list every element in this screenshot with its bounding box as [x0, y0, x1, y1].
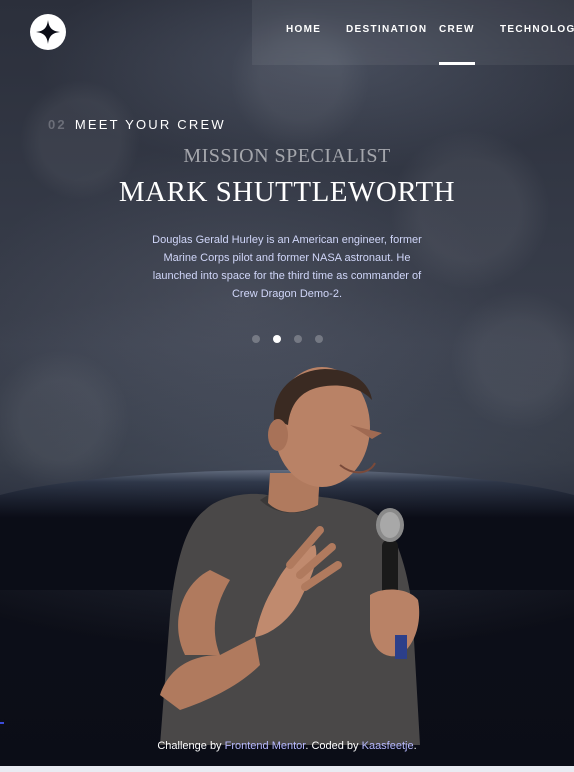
footer-middle: . Coded by — [305, 740, 362, 752]
nav-technology[interactable]: TECHNOLOGY — [500, 0, 574, 65]
edge-marker — [0, 722, 4, 724]
crew-page: HOME DESTINATION CREW TECHNOLOGY 02 MEET … — [0, 0, 574, 766]
frontend-mentor-link[interactable]: Frontend Mentor — [225, 740, 306, 752]
slide-dot-2[interactable] — [273, 335, 281, 343]
slide-dot-4[interactable] — [315, 335, 323, 343]
crew-role: MISSION SPECIALIST — [183, 145, 391, 167]
nav-destination[interactable]: DESTINATION — [346, 0, 427, 65]
slide-dot-1[interactable] — [252, 335, 260, 343]
page-heading-number: 02 — [48, 117, 67, 132]
page-heading-title: MEET YOUR CREW — [74, 117, 226, 132]
attribution-footer: Challenge by Frontend Mentor. Coded by K… — [0, 740, 574, 752]
bottom-strip — [0, 766, 574, 772]
nav-crew[interactable]: CREW — [439, 0, 475, 65]
crew-bio: Douglas Gerald Hurley is an American eng… — [152, 234, 422, 300]
footer-prefix: Challenge by — [157, 740, 225, 752]
footer-suffix: . — [413, 740, 417, 752]
crew-name: MARK SHUTTLEWORTH — [118, 176, 456, 208]
nav-home[interactable]: HOME — [286, 0, 321, 65]
author-link[interactable]: Kaasfeetje — [362, 740, 414, 752]
primary-nav: HOME DESTINATION CREW TECHNOLOGY — [252, 0, 574, 65]
crew-portrait — [160, 367, 420, 745]
slide-dot-3[interactable] — [294, 335, 302, 343]
page-heading: 02 MEET YOUR CREW — [48, 117, 226, 132]
star-logo-icon[interactable] — [30, 14, 66, 50]
